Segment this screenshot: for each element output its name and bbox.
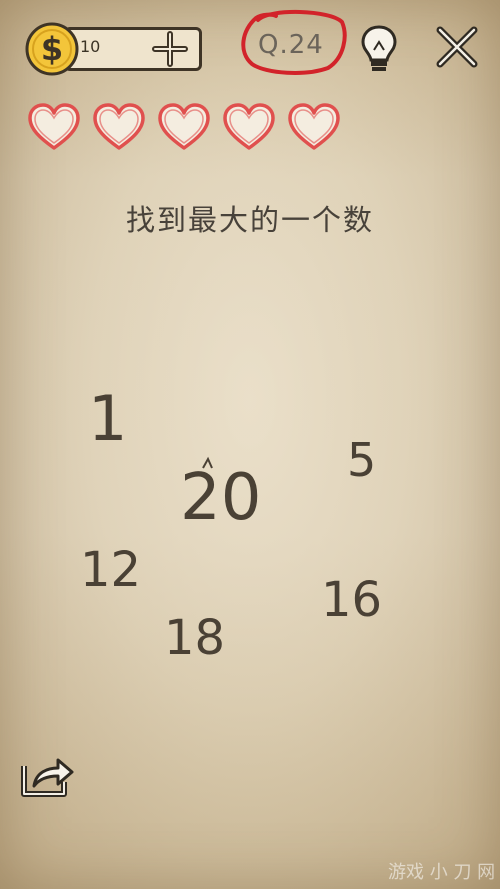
plus-icon[interactable]	[150, 29, 190, 69]
heart-icon	[93, 103, 145, 150]
dollar-coin-icon: $	[25, 22, 79, 76]
number-16[interactable]: 16	[321, 576, 382, 624]
coin-symbol: $	[41, 30, 63, 68]
number-12[interactable]: 12	[80, 546, 141, 594]
share-export-icon[interactable]	[20, 752, 76, 798]
heart-icon	[28, 103, 80, 150]
sketch-mark	[202, 456, 213, 469]
question-text: 找到最大的一个数	[125, 203, 374, 237]
heart-icon	[158, 103, 210, 150]
level-label: Q.24	[258, 30, 324, 60]
lives-hearts	[26, 100, 346, 160]
close-icon[interactable]	[434, 24, 480, 70]
watermark: 游戏 小 刀 网	[388, 862, 496, 883]
number-18[interactable]: 18	[164, 614, 225, 662]
number-5[interactable]: 5	[347, 437, 376, 483]
coin-count: 10	[80, 37, 101, 56]
lightbulb-icon[interactable]	[357, 22, 401, 74]
heart-icon	[288, 103, 340, 150]
number-1[interactable]: 1	[88, 388, 127, 450]
heart-icon	[223, 103, 275, 150]
number-20[interactable]: 20	[180, 466, 261, 530]
